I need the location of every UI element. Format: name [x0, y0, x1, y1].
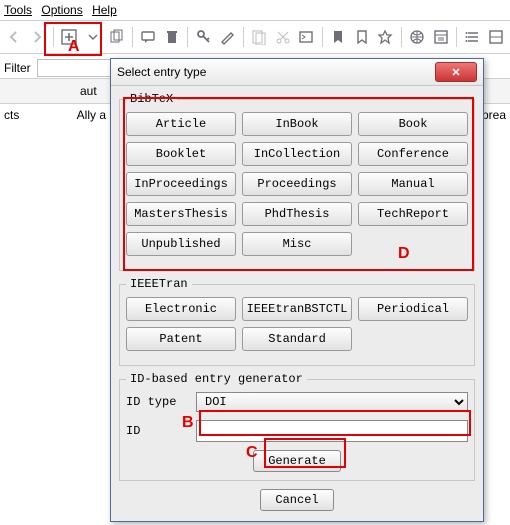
annotation-label-c: C: [246, 444, 258, 462]
close-icon: ✕: [451, 66, 460, 79]
cell-left: cts: [4, 108, 74, 122]
bookmark-icon[interactable]: [329, 26, 348, 48]
legend-idgen: ID-based entry generator: [126, 372, 307, 386]
globe-icon[interactable]: [408, 26, 427, 48]
cut-icon[interactable]: [273, 26, 292, 48]
menu-options[interactable]: Options: [41, 3, 82, 17]
app-window: Tools Options Help Filter: [0, 0, 510, 525]
list-icon[interactable]: [463, 26, 482, 48]
dialog-title: Select entry type: [117, 65, 435, 79]
cell-author: Ally a: [77, 108, 106, 122]
group-bibtex: BibTeX Article InBook Book Booklet InCol…: [119, 92, 475, 271]
annotation-label-a: A: [68, 38, 80, 56]
menubar: Tools Options Help: [0, 0, 510, 20]
btn-unpublished[interactable]: Unpublished: [126, 232, 236, 256]
legend-ieee: IEEETran: [126, 277, 192, 291]
btn-booklet[interactable]: Booklet: [126, 142, 236, 166]
filter-label: Filter: [4, 61, 31, 75]
menu-tools[interactable]: Tools: [4, 3, 32, 17]
btn-ieeetranbstctl[interactable]: IEEEtranBSTCTL: [242, 297, 352, 321]
legend-bibtex: BibTeX: [126, 92, 177, 106]
btn-misc[interactable]: Misc: [242, 232, 352, 256]
col-author: aut: [80, 84, 97, 98]
panel-2-icon[interactable]: [487, 26, 506, 48]
select-entry-type-dialog: Select entry type ✕ BibTeX Article InBoo…: [110, 58, 484, 522]
close-button[interactable]: ✕: [435, 62, 477, 82]
forward-icon[interactable]: [27, 26, 46, 48]
comment-icon[interactable]: [139, 26, 158, 48]
duplicate-icon[interactable]: [250, 26, 269, 48]
btn-techreport[interactable]: TechReport: [358, 202, 468, 226]
copy-icon[interactable]: [106, 26, 125, 48]
cancel-button[interactable]: Cancel: [260, 489, 333, 511]
btn-proceedings[interactable]: Proceedings: [242, 172, 352, 196]
dialog-titlebar: Select entry type ✕: [111, 59, 483, 86]
id-input[interactable]: [196, 420, 468, 442]
annotation-label-d: D: [398, 245, 410, 263]
btn-incollection[interactable]: InCollection: [242, 142, 352, 166]
brush-icon[interactable]: [218, 26, 237, 48]
generate-button[interactable]: Generate: [253, 450, 341, 472]
btn-mastersthesis[interactable]: MastersThesis: [126, 202, 236, 226]
btn-book[interactable]: Book: [358, 112, 468, 136]
btn-article[interactable]: Article: [126, 112, 236, 136]
annotation-label-b: B: [182, 414, 194, 432]
btn-phdthesis[interactable]: PhdThesis: [242, 202, 352, 226]
menu-help[interactable]: Help: [92, 3, 117, 17]
btn-standard[interactable]: Standard: [242, 327, 352, 351]
new-entry-dropdown-icon[interactable]: [83, 26, 102, 48]
btn-manual[interactable]: Manual: [358, 172, 468, 196]
back-icon[interactable]: [4, 26, 23, 48]
panel-icon[interactable]: [431, 26, 450, 48]
key-icon[interactable]: [194, 26, 213, 48]
btn-inproceedings[interactable]: InProceedings: [126, 172, 236, 196]
btn-patent[interactable]: Patent: [126, 327, 236, 351]
delete-icon[interactable]: [162, 26, 181, 48]
btn-conference[interactable]: Conference: [358, 142, 468, 166]
btn-electronic[interactable]: Electronic: [126, 297, 236, 321]
group-idgen: ID-based entry generator ID type DOI ID …: [119, 372, 475, 481]
console-icon[interactable]: [296, 26, 315, 48]
group-ieeetran: IEEETran Electronic IEEEtranBSTCTL Perio…: [119, 277, 475, 366]
btn-periodical[interactable]: Periodical: [358, 297, 468, 321]
btn-inbook[interactable]: InBook: [242, 112, 352, 136]
idtype-label: ID type: [126, 395, 196, 409]
bookmark-outline-icon[interactable]: [352, 26, 371, 48]
star-icon[interactable]: [375, 26, 394, 48]
idtype-select[interactable]: DOI: [196, 392, 468, 412]
